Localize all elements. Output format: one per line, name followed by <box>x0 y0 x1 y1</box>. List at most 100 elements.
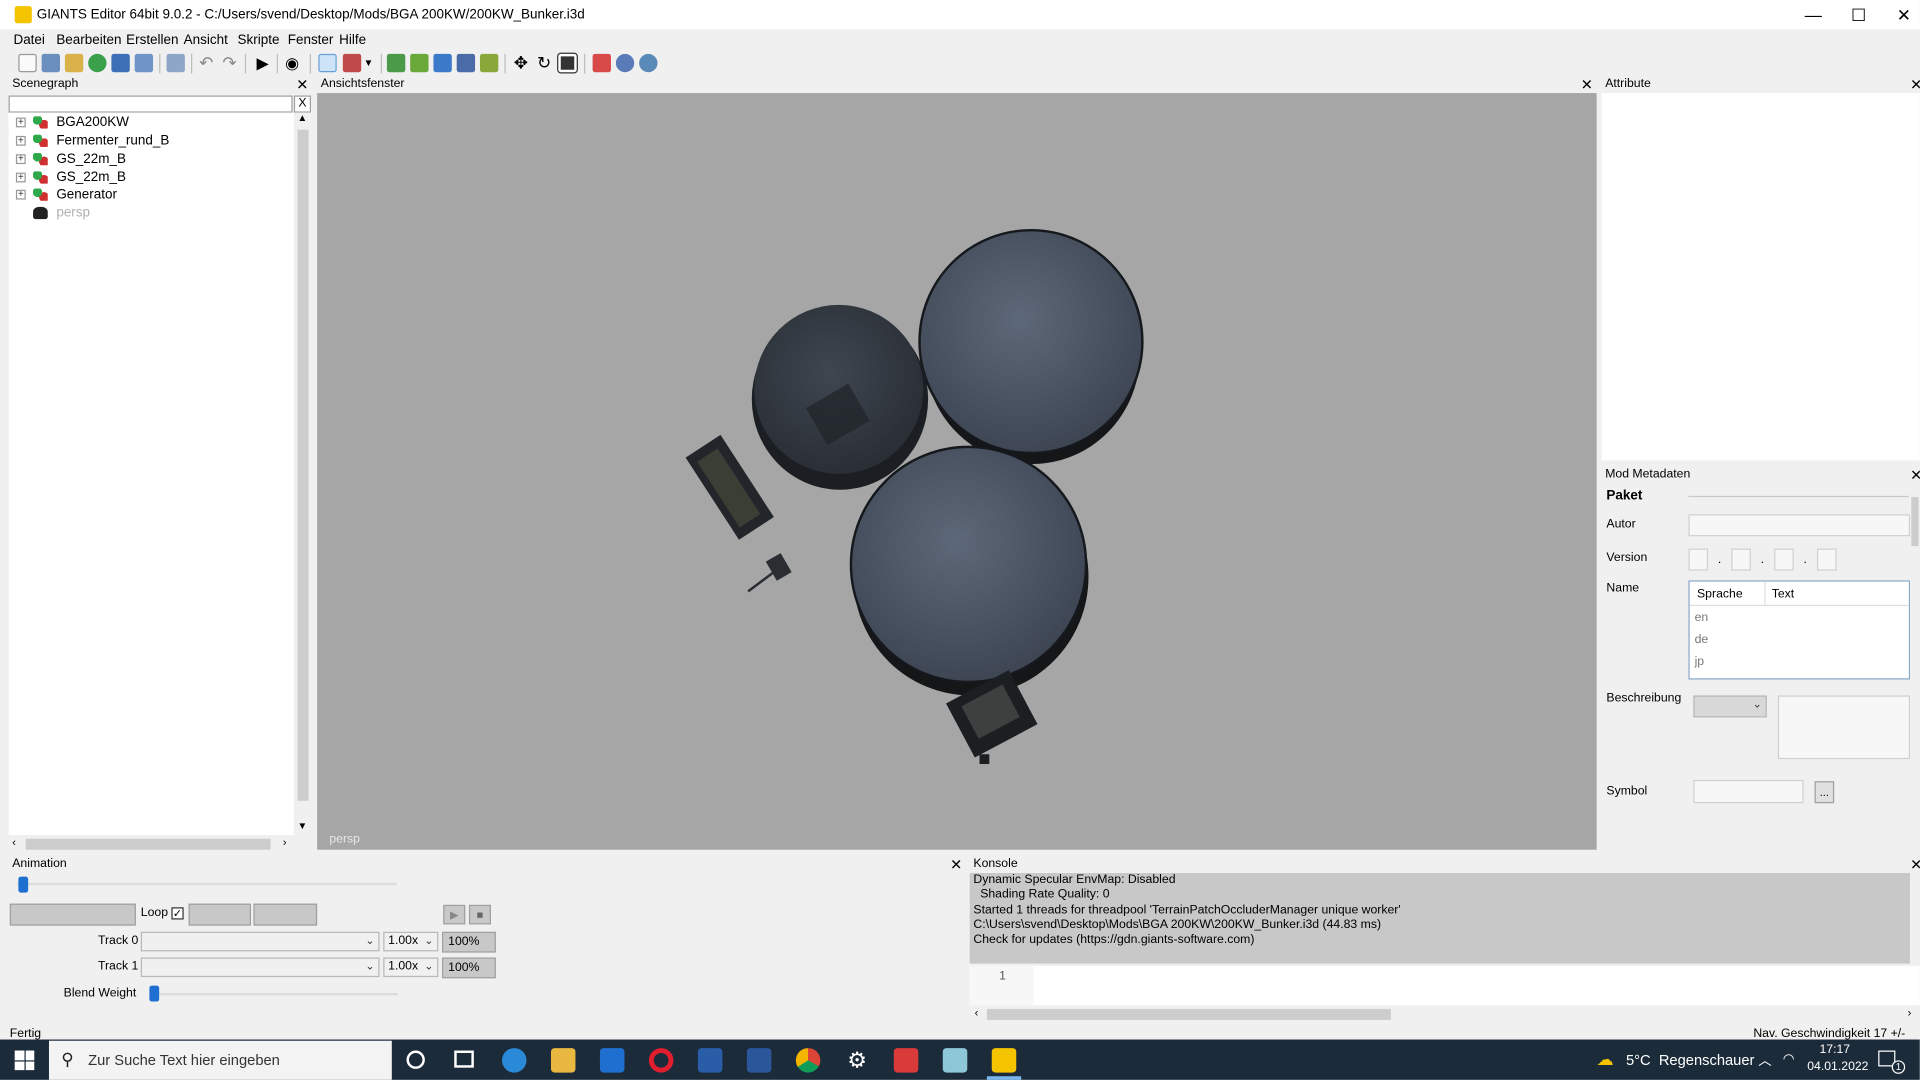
export-icon[interactable] <box>134 53 154 73</box>
redo-icon[interactable]: ↷ <box>220 53 238 72</box>
mail-icon[interactable] <box>599 1048 625 1073</box>
open-recent-icon[interactable] <box>64 53 84 73</box>
version-patch-field[interactable] <box>1774 548 1794 571</box>
tray-chevron-icon[interactable]: ︿ <box>1758 1051 1771 1071</box>
track1-speed-select[interactable]: 1.00x ⌄ <box>383 957 439 978</box>
animation-close-icon[interactable]: ✕ <box>950 857 962 872</box>
expand-icon[interactable]: + <box>15 154 26 165</box>
expand-icon[interactable]: + <box>15 172 26 183</box>
animation-set-select[interactable] <box>9 903 136 926</box>
weather-text[interactable]: 5°C Regenschauer <box>1626 1052 1754 1069</box>
network-icon[interactable]: ◠ <box>1783 1051 1795 1067</box>
blend-slider-track[interactable] <box>149 992 398 996</box>
scroll-right-icon[interactable]: › <box>283 836 287 848</box>
task-view-icon[interactable] <box>454 1050 474 1068</box>
viewport-close-icon[interactable]: ✕ <box>1581 77 1593 92</box>
move-icon[interactable]: ✥ <box>512 53 530 72</box>
paint-tool-icon[interactable] <box>342 53 362 73</box>
track0-speed-select[interactable]: 1.00x ⌄ <box>383 931 439 952</box>
expand-icon[interactable]: + <box>15 117 26 128</box>
texture-tool-icon[interactable] <box>456 53 476 73</box>
tree-item-bga200kw[interactable]: + BGA200KW <box>9 114 294 131</box>
3d-viewport[interactable]: persp <box>317 93 1597 850</box>
cortana-icon[interactable] <box>406 1050 425 1069</box>
scale-icon[interactable] <box>557 52 578 74</box>
giants-editor-taskbar-icon[interactable] <box>991 1048 1017 1073</box>
chevron-down-icon[interactable]: ▼ <box>364 54 376 72</box>
file-explorer-icon[interactable] <box>550 1048 576 1073</box>
lang-en[interactable]: en <box>1695 611 1709 624</box>
loop-checkbox[interactable]: ✓ <box>171 907 184 920</box>
minimize-button[interactable]: — <box>1790 0 1837 29</box>
scenegraph-filter-input[interactable] <box>8 95 293 113</box>
menu-ansicht[interactable]: Ansicht <box>184 33 228 48</box>
menu-datei[interactable]: Datei <box>13 33 44 48</box>
metadata-close-icon[interactable]: ✕ <box>1910 468 1920 483</box>
sprache-column-header[interactable]: Sprache <box>1697 588 1743 601</box>
tree-item-fermenter[interactable]: + Fermenter_rund_B <box>9 132 294 149</box>
clock-time[interactable]: 17:17 <box>1819 1043 1850 1056</box>
symbol-field[interactable] <box>1693 779 1804 804</box>
foliage-tool-icon[interactable] <box>410 53 429 73</box>
blend-slider-handle[interactable] <box>149 985 160 1002</box>
filter-clear-button[interactable]: X <box>293 95 311 113</box>
version-minor-field[interactable] <box>1731 548 1751 571</box>
chrome-icon[interactable] <box>795 1048 821 1073</box>
lang-de[interactable]: de <box>1695 633 1709 646</box>
expand-icon[interactable]: + <box>15 135 26 146</box>
new-file-icon[interactable] <box>18 53 37 73</box>
play-icon[interactable]: ▶ <box>253 54 271 72</box>
name-table[interactable]: Sprache Text en de jp <box>1688 580 1911 680</box>
import-icon[interactable] <box>166 53 185 73</box>
metadata-scrollbar[interactable] <box>1910 482 1920 850</box>
expand-icon[interactable]: + <box>15 189 26 200</box>
save-icon[interactable] <box>111 53 130 73</box>
settings-gear-icon[interactable]: ⚙ <box>845 1048 869 1072</box>
water-tool-icon[interactable] <box>433 53 452 73</box>
tree-horizontal-scrollbar[interactable]: ‹ › <box>8 836 296 853</box>
console-h-scrollbar[interactable]: ‹ › <box>969 1006 1920 1023</box>
tree-item-gs22m-1[interactable]: + GS_22m_B <box>9 151 294 168</box>
beschreibung-field[interactable] <box>1777 695 1911 760</box>
menu-erstellen[interactable]: Erstellen <box>126 33 178 48</box>
anim-play-icon[interactable]: ▶ <box>443 904 466 925</box>
menu-fenster[interactable]: Fenster <box>288 33 334 48</box>
text-column-header[interactable]: Text <box>1772 588 1794 601</box>
animation-end-field[interactable] <box>253 903 318 926</box>
animation-start-field[interactable] <box>188 903 252 926</box>
settings-globe-icon[interactable] <box>639 53 658 73</box>
weather-icon[interactable]: ☁ <box>1597 1049 1614 1070</box>
sketchup-icon[interactable] <box>893 1048 919 1073</box>
edge-icon[interactable] <box>502 1048 527 1073</box>
menu-bearbeiten[interactable]: Bearbeiten <box>56 33 121 48</box>
track0-weight-field[interactable]: 100% <box>442 931 496 953</box>
clock-date[interactable]: 04.01.2022 <box>1807 1060 1868 1073</box>
maximize-button[interactable]: ☐ <box>1835 0 1882 29</box>
scenegraph-close-icon[interactable]: ✕ <box>296 77 308 92</box>
tree-item-generator[interactable]: + Generator <box>9 186 294 203</box>
taskbar-search[interactable]: ⚲ Zur Suche Text hier eingeben <box>48 1040 392 1080</box>
track1-clip-select[interactable]: ⌄ <box>140 957 380 978</box>
rotate-icon[interactable]: ↻ <box>535 53 553 72</box>
scroll-up-icon[interactable]: ▲ <box>298 113 308 124</box>
open-file-icon[interactable] <box>41 53 60 73</box>
tree-item-persp[interactable]: persp <box>9 204 294 221</box>
notepad-icon[interactable] <box>942 1048 968 1073</box>
select-tool-icon[interactable] <box>318 53 337 73</box>
attribute-close-icon[interactable]: ✕ <box>1910 77 1920 92</box>
tree-vertical-scrollbar[interactable]: ▲ ▼ <box>295 112 311 836</box>
word-icon[interactable] <box>746 1048 772 1073</box>
store-icon[interactable] <box>697 1048 723 1073</box>
script-input[interactable]: 1 <box>969 966 1920 1006</box>
decal-tool-icon[interactable] <box>479 53 499 73</box>
track0-clip-select[interactable]: ⌄ <box>140 931 380 952</box>
close-button[interactable]: ✕ <box>1881 0 1920 29</box>
scroll-down-icon[interactable]: ▼ <box>298 820 308 831</box>
world-icon[interactable] <box>615 53 635 73</box>
scroll-right-icon[interactable]: › <box>1908 1006 1912 1018</box>
version-build-field[interactable] <box>1817 548 1837 571</box>
version-major-field[interactable] <box>1688 548 1709 571</box>
lang-jp[interactable]: jp <box>1695 655 1705 668</box>
time-slider-track[interactable] <box>17 882 397 886</box>
render-icon[interactable] <box>592 53 611 73</box>
